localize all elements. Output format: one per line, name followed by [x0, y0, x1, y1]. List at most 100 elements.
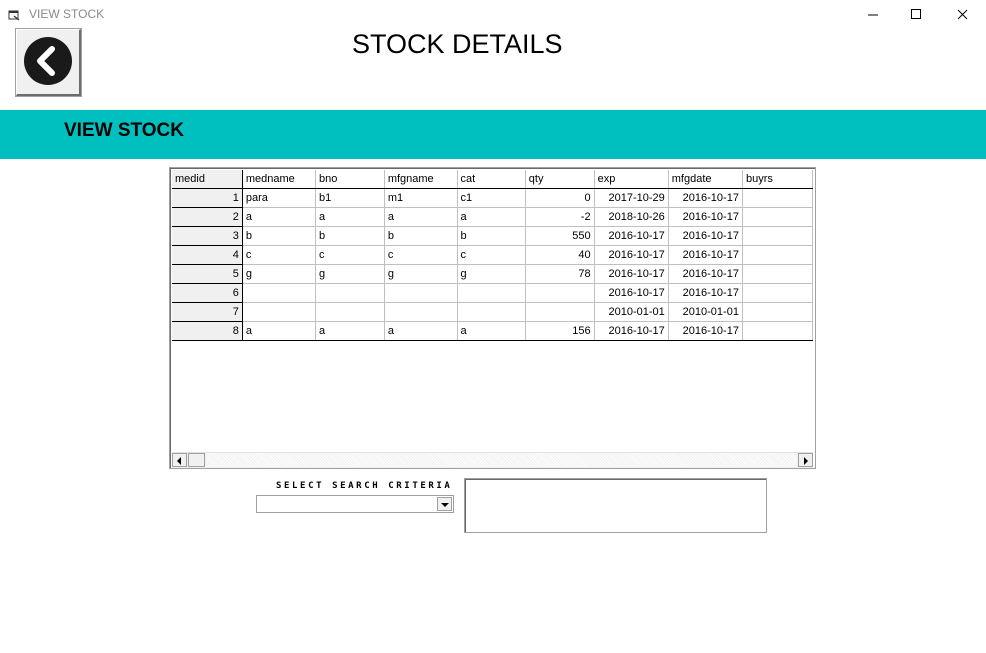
table-cell-mfgdate[interactable]: 2010-01-01 [668, 302, 743, 322]
table-cell-buyrs[interactable] [742, 321, 813, 341]
table-cell-mfgdate[interactable]: 2016-10-17 [668, 321, 743, 341]
table-cell-exp[interactable]: 2016-10-17 [594, 226, 669, 246]
table-cell-qty[interactable] [525, 283, 595, 303]
table-cell-medname[interactable]: c [242, 245, 317, 265]
table-cell-mfgname[interactable]: m1 [384, 188, 458, 208]
table-cell-qty[interactable]: 156 [525, 321, 595, 341]
maximize-button[interactable] [893, 0, 939, 30]
stock-grid[interactable]: medid medname bno mfgname cat qty exp mf… [169, 167, 816, 469]
table-cell-mfgdate[interactable]: 2016-10-17 [668, 188, 743, 208]
back-button[interactable] [16, 29, 81, 96]
table-cell-medname[interactable]: a [242, 321, 317, 341]
table-cell-mfgname[interactable]: a [384, 321, 458, 341]
table-cell-medname[interactable] [242, 302, 317, 322]
table-cell-mfgdate[interactable]: 2016-10-17 [668, 283, 743, 303]
table-cell-bno[interactable]: c [315, 245, 385, 265]
table-cell-cat[interactable]: b [457, 226, 526, 246]
table-cell-mfgdate[interactable]: 2016-10-17 [668, 264, 743, 284]
column-header-medid[interactable]: medid [172, 170, 243, 189]
close-button[interactable] [940, 0, 986, 30]
dropdown-button[interactable] [437, 497, 452, 511]
table-cell-mfgname[interactable]: b [384, 226, 458, 246]
table-cell-medname[interactable] [242, 283, 317, 303]
row-header[interactable]: 3 [172, 226, 243, 246]
row-header[interactable]: 2 [172, 207, 243, 227]
table-cell-medname[interactable]: g [242, 264, 317, 284]
table-cell-exp[interactable]: 2016-10-17 [594, 264, 669, 284]
table-cell-qty[interactable]: 550 [525, 226, 595, 246]
table-cell-cat[interactable] [457, 283, 526, 303]
table-cell-mfgname[interactable]: g [384, 264, 458, 284]
row-header[interactable]: 6 [172, 283, 243, 303]
table-cell-cat[interactable]: a [457, 207, 526, 227]
scroll-right-button[interactable] [798, 453, 813, 467]
table-cell-cat[interactable] [457, 302, 526, 322]
table-cell-bno[interactable] [315, 302, 385, 322]
table-cell-mfgdate[interactable]: 2016-10-17 [668, 226, 743, 246]
table-cell-bno[interactable]: a [315, 321, 385, 341]
table-cell-buyrs[interactable] [742, 245, 813, 265]
column-header-exp[interactable]: exp [594, 170, 669, 189]
table-cell-exp[interactable]: 2016-10-17 [594, 321, 669, 341]
table-cell-buyrs[interactable] [742, 207, 813, 227]
row-header[interactable]: 8 [172, 321, 243, 341]
table-cell-medname[interactable]: a [242, 207, 317, 227]
column-header-bno[interactable]: bno [315, 170, 385, 189]
table-cell-bno[interactable]: b [315, 226, 385, 246]
table-cell-mfgname[interactable] [384, 283, 458, 303]
table-cell-exp[interactable]: 2016-10-17 [594, 283, 669, 303]
column-header-medname[interactable]: medname [242, 170, 317, 189]
row-header[interactable]: 5 [172, 264, 243, 284]
table-cell-buyrs[interactable] [742, 264, 813, 284]
table-cell-qty[interactable] [525, 302, 595, 322]
table-cell-cat[interactable]: c1 [457, 188, 526, 208]
table-cell-mfgname[interactable]: a [384, 207, 458, 227]
table-cell-exp[interactable]: 2010-01-01 [594, 302, 669, 322]
column-header-mfgname[interactable]: mfgname [384, 170, 458, 189]
row-header[interactable]: 4 [172, 245, 243, 265]
search-input[interactable] [464, 478, 767, 533]
table-cell-mfgname[interactable]: c [384, 245, 458, 265]
minimize-button[interactable] [850, 0, 896, 30]
table-cell-bno[interactable] [315, 283, 385, 303]
table-cell-buyrs[interactable] [742, 283, 813, 303]
table-row[interactable]: 1 para b1 m1 c1 0 2017-10-29 2016-10-17 [172, 188, 813, 208]
column-header-qty[interactable]: qty [525, 170, 595, 189]
table-cell-cat[interactable]: g [457, 264, 526, 284]
row-header[interactable]: 7 [172, 302, 243, 322]
table-row[interactable]: 4 c c c c 40 2016-10-17 2016-10-17 [172, 245, 813, 265]
table-cell-qty[interactable]: 40 [525, 245, 595, 265]
row-header[interactable]: 1 [172, 188, 243, 208]
table-cell-exp[interactable]: 2016-10-17 [594, 245, 669, 265]
table-row[interactable]: 2 a a a a -2 2018-10-26 2016-10-17 [172, 207, 813, 227]
table-cell-bno[interactable]: g [315, 264, 385, 284]
scroll-left-button[interactable] [172, 453, 187, 467]
column-header-mfgdate[interactable]: mfgdate [668, 170, 743, 189]
table-cell-exp[interactable]: 2017-10-29 [594, 188, 669, 208]
table-cell-mfgdate[interactable]: 2016-10-17 [668, 245, 743, 265]
table-row[interactable]: 5 g g g g 78 2016-10-17 2016-10-17 [172, 264, 813, 284]
search-criteria-dropdown[interactable] [256, 495, 454, 513]
table-cell-buyrs[interactable] [742, 188, 813, 208]
table-row[interactable]: 8 a a a a 156 2016-10-17 2016-10-17 [172, 321, 813, 341]
table-cell-bno[interactable]: b1 [315, 188, 385, 208]
scroll-track[interactable] [206, 453, 797, 467]
table-cell-buyrs[interactable] [742, 226, 813, 246]
table-cell-mfgname[interactable] [384, 302, 458, 322]
table-cell-medname[interactable]: para [242, 188, 317, 208]
column-header-buyrs[interactable]: buyrs [742, 170, 813, 189]
column-header-cat[interactable]: cat [457, 170, 526, 189]
table-row[interactable]: 3 b b b b 550 2016-10-17 2016-10-17 [172, 226, 813, 246]
table-cell-buyrs[interactable] [742, 302, 813, 322]
table-cell-cat[interactable]: a [457, 321, 526, 341]
table-cell-qty[interactable]: -2 [525, 207, 595, 227]
table-row[interactable]: 7 2010-01-01 2010-01-01 [172, 302, 813, 322]
table-cell-medname[interactable]: b [242, 226, 317, 246]
horizontal-scrollbar[interactable] [172, 452, 813, 468]
scroll-thumb[interactable] [188, 453, 205, 467]
table-cell-mfgdate[interactable]: 2016-10-17 [668, 207, 743, 227]
table-cell-bno[interactable]: a [315, 207, 385, 227]
table-cell-qty[interactable]: 78 [525, 264, 595, 284]
table-row[interactable]: 6 2016-10-17 2016-10-17 [172, 283, 813, 303]
table-cell-qty[interactable]: 0 [525, 188, 595, 208]
